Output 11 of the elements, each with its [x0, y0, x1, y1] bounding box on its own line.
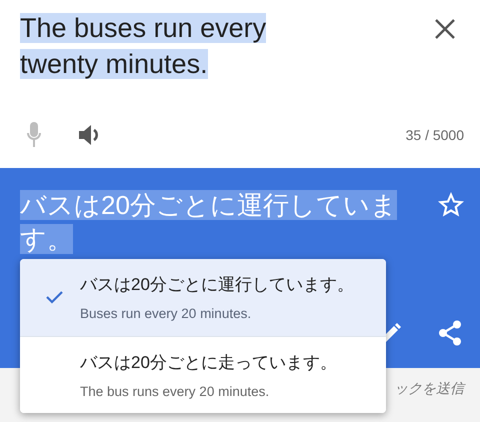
feedback-link[interactable]: ックを送信: [394, 380, 464, 398]
alternative-text: バスは20分ごとに走っています。: [80, 352, 337, 374]
share-icon[interactable]: [438, 320, 462, 346]
character-count: 35 / 5000: [406, 127, 464, 143]
alternative-item[interactable]: バスは20分ごとに運行しています。 Buses run every 20 minutes.: [20, 259, 386, 336]
alternative-meaning: The bus runs every 20 minutes.: [80, 384, 270, 399]
alternative-item[interactable]: バスは20分ごとに走っています。 The bus runs every 20 minutes.: [20, 336, 386, 413]
alternative-meaning: Buses run every 20 minutes.: [80, 306, 252, 321]
star-icon[interactable]: [438, 192, 464, 218]
close-icon[interactable]: [434, 18, 456, 40]
alternative-text: バスは20分ごとに運行しています。: [80, 274, 354, 296]
